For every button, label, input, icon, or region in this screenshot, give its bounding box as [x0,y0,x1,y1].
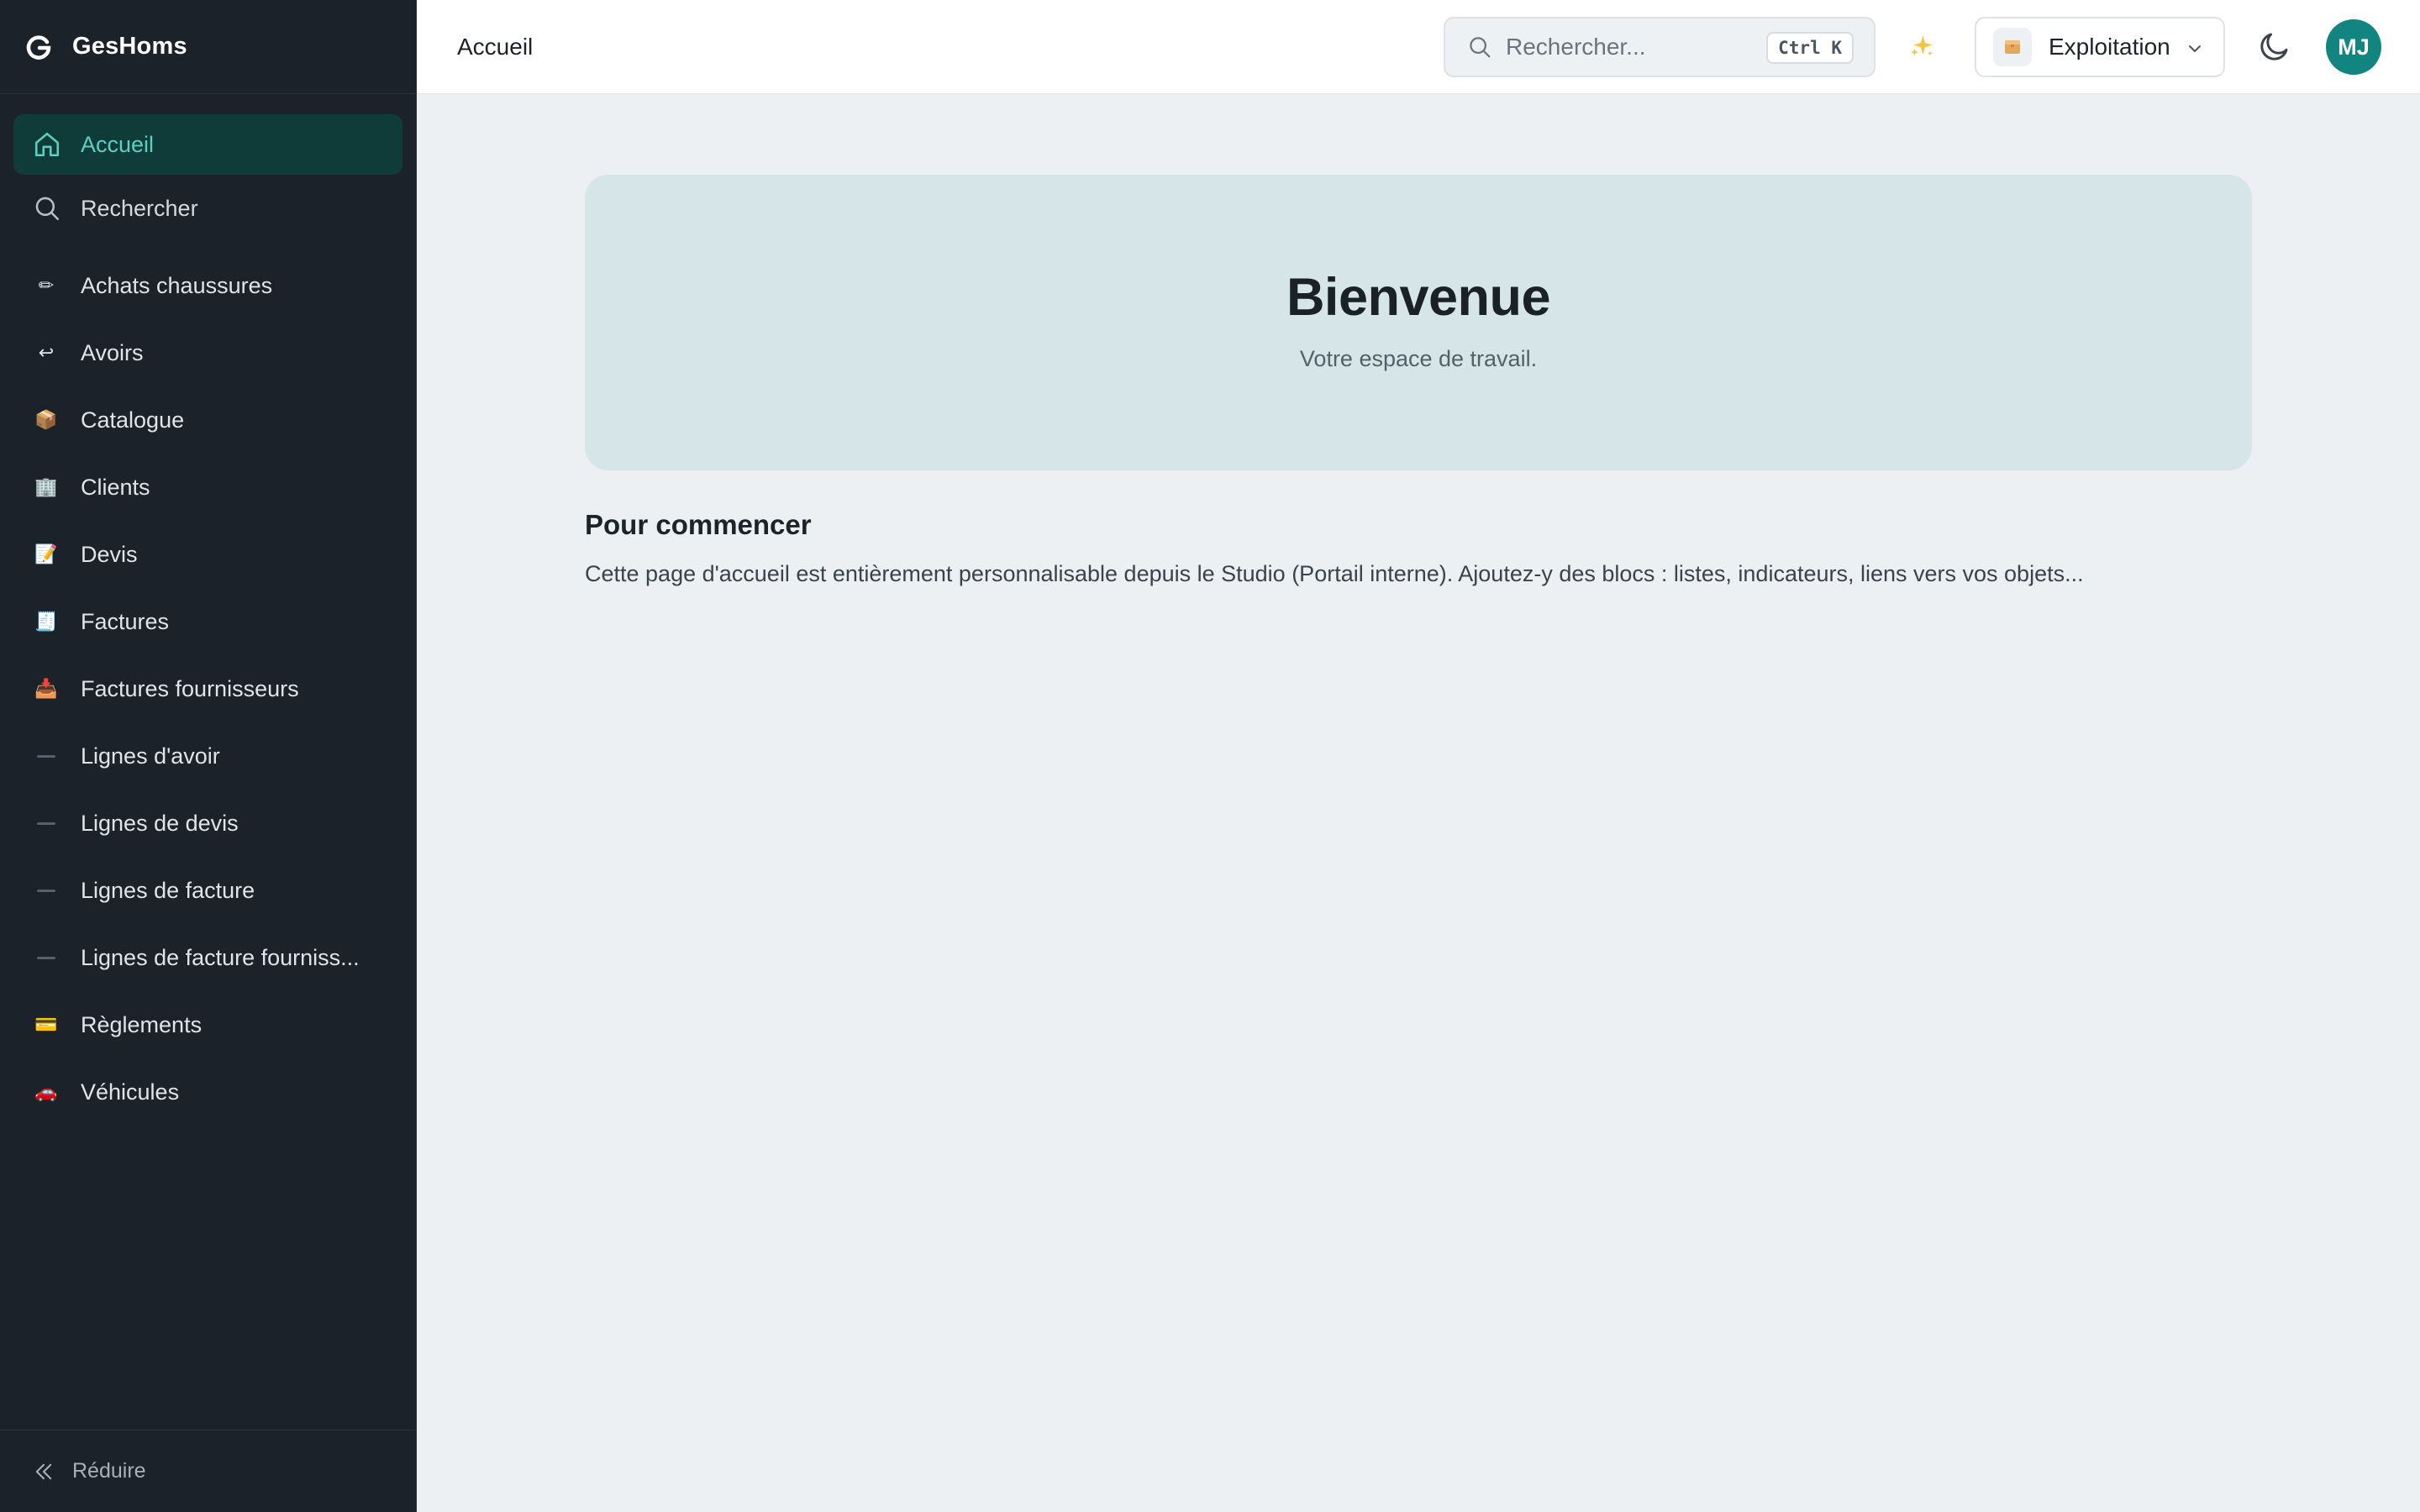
search-input[interactable] [1506,34,1749,60]
sidebar-item-label: Factures [81,608,170,634]
sidebar: GesHoms Accueil Rechercher ✏ Achats chaus… [0,0,417,1512]
dash-icon [34,945,59,970]
dash-icon [34,878,59,903]
home-icon [32,129,62,160]
sidebar-item-label: Achats chaussures [81,272,273,298]
welcome-banner: Bienvenue Votre espace de travail. [585,175,2252,470]
ai-assistant-button[interactable] [1904,29,1939,64]
credit-card-icon: 💳 [34,1014,58,1036]
top-bar: Accueil Ctrl K Exploitation MJ [417,0,2420,94]
package-icon: 📦 [34,409,58,431]
memo-icon: 📝 [34,543,58,565]
section-title: Pour commencer [585,509,812,540]
double-chevron-left-icon [35,1463,52,1479]
sidebar-item-rechercher[interactable]: Rechercher [13,178,402,239]
sidebar-item-label: Lignes de devis [81,810,239,836]
sidebar-item-vehicules[interactable]: 🚗 Véhicules [13,1058,402,1126]
building-icon: 🏢 [34,476,58,498]
search-icon [32,193,62,223]
inbox-tray-icon: 📥 [34,678,58,700]
sidebar-item-label: Lignes d'avoir [81,743,220,769]
sidebar-item-label: Factures fournisseurs [81,675,299,701]
sparkles-icon [1911,35,1933,56]
return-arrow-icon: ↩ [38,342,55,364]
sidebar-item-reglements[interactable]: 💳 Règlements [13,991,402,1058]
workspace-selector[interactable]: Exploitation [1975,17,2225,77]
sidebar-item-lignes-de-facture-fourniss[interactable]: Lignes de facture fourniss... [13,924,402,991]
sidebar-object-list: ✏ Achats chaussures ↩ Avoirs 📦 Catalogue 🏢 Clie… [0,242,416,1126]
search-shortcut-badge: Ctrl K [1766,32,1854,64]
chevron-down-icon [2189,45,2201,52]
app-name: GesHoms [72,33,187,60]
user-avatar[interactable]: MJ [2326,19,2381,75]
sidebar-item-label: Devis [81,541,138,567]
page-title: Accueil [457,33,534,60]
sidebar-item-label: Lignes de facture fourniss... [81,944,360,970]
welcome-subtitle: Votre espace de travail. [1299,346,1538,371]
dash-icon [34,743,59,769]
workspace-label: Exploitation [2049,34,2170,60]
sidebar-item-label: Accueil [81,131,155,157]
sidebar-item-devis[interactable]: 📝 Devis [13,521,402,588]
sidebar-item-achats-chaussures[interactable]: ✏ Achats chaussures [13,252,402,319]
global-search[interactable]: Ctrl K [1444,17,1876,77]
sidebar-primary-nav: Accueil Rechercher [0,94,416,239]
receipt-icon: 🧾 [34,611,58,633]
search-icon [1470,37,1491,58]
sidebar-item-label: Rechercher [81,195,198,221]
sidebar-item-label: Lignes de facture [81,877,255,903]
sidebar-item-factures-fournisseurs[interactable]: 📥 Factures fournisseurs [13,655,402,722]
collapse-label: Réduire [72,1459,146,1483]
sidebar-item-label: Catalogue [81,407,185,433]
sidebar-item-catalogue[interactable]: 📦 Catalogue [13,386,402,454]
collapse-sidebar-button[interactable]: Réduire [0,1430,416,1512]
car-icon: 🚗 [34,1081,58,1103]
sidebar-item-factures[interactable]: 🧾 Factures [13,588,402,655]
sidebar-item-lignes-de-devis[interactable]: Lignes de devis [13,790,402,857]
app-logo-icon [26,34,51,60]
sidebar-item-accueil[interactable]: Accueil [13,114,402,175]
sidebar-item-label: Clients [81,474,150,500]
workspace-box-icon [1993,28,2032,66]
section-description: Cette page d'accueil est entièrement per… [585,561,2084,586]
welcome-title: Bienvenue [1286,268,1551,327]
sidebar-item-lignes-d-avoir[interactable]: Lignes d'avoir [13,722,402,790]
dark-mode-toggle-icon[interactable] [2257,29,2292,64]
sidebar-item-avoirs[interactable]: ↩ Avoirs [13,319,402,386]
sidebar-item-label: Véhicules [81,1079,180,1105]
dash-icon [34,811,59,836]
pencil-icon: ✏ [38,275,55,297]
sidebar-item-label: Règlements [81,1011,203,1037]
sidebar-item-clients[interactable]: 🏢 Clients [13,454,402,521]
sidebar-item-lignes-de-facture[interactable]: Lignes de facture [13,857,402,924]
sidebar-item-label: Avoirs [81,339,144,365]
brand[interactable]: GesHoms [0,0,416,94]
